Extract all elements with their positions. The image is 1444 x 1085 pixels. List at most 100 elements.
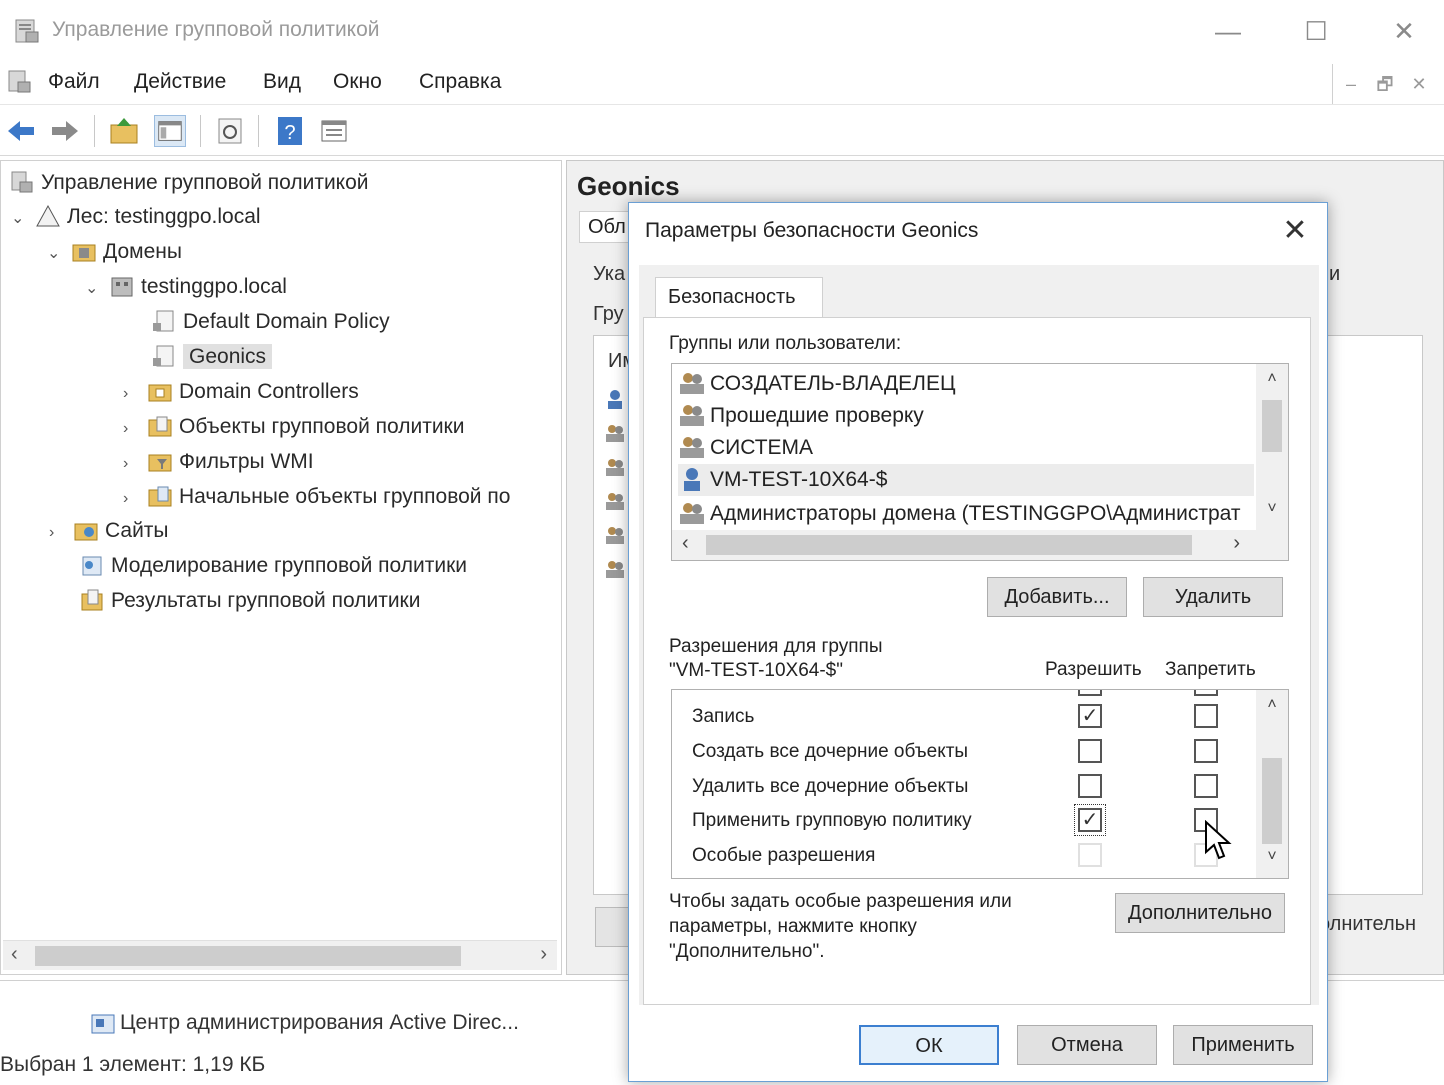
up-folder-icon[interactable] bbox=[108, 115, 140, 147]
tree-item-gpmc-root[interactable]: Управление групповой политикой bbox=[9, 167, 369, 199]
chevron-right-icon[interactable]: › bbox=[123, 483, 147, 515]
remove-button[interactable]: Удалить bbox=[1143, 577, 1283, 617]
mdi-restore-button[interactable]: 🗗 bbox=[1369, 70, 1401, 98]
group-icon bbox=[606, 493, 624, 510]
tree-item-starter-gpos[interactable]: › Начальные объекты групповой по bbox=[123, 481, 510, 513]
console-tree[interactable]: Управление групповой политикой ⌄ Лес: tes… bbox=[0, 160, 562, 975]
allow-checkbox-hidden[interactable] bbox=[1078, 690, 1102, 696]
apply-button[interactable]: Применить bbox=[1173, 1025, 1313, 1065]
maximize-button[interactable]: ☐ bbox=[1296, 14, 1336, 48]
tree-label: Домены bbox=[103, 240, 182, 263]
system-menu-icon[interactable] bbox=[6, 68, 34, 96]
allow-checkbox-special bbox=[1078, 843, 1102, 867]
scroll-down-icon[interactable]: ˅ bbox=[1256, 500, 1288, 518]
add-button[interactable]: Добавить... bbox=[987, 577, 1127, 617]
users-horizontal-scrollbar[interactable]: ‹ › bbox=[672, 530, 1288, 560]
deny-checkbox-write[interactable] bbox=[1194, 704, 1218, 728]
allow-checkbox-apply-gp[interactable]: ✓ bbox=[1074, 804, 1106, 836]
toolbar-separator bbox=[200, 115, 201, 147]
tree-item-domain-testinggpo[interactable]: ⌄ testinggpo.local bbox=[85, 271, 287, 303]
menu-help[interactable]: Справка bbox=[419, 70, 501, 94]
scrollbar-thumb[interactable] bbox=[35, 946, 461, 966]
menu-view[interactable]: Вид bbox=[263, 70, 301, 94]
scroll-down-icon[interactable]: ˅ bbox=[1256, 848, 1288, 866]
tree-item-domain-controllers[interactable]: › Domain Controllers bbox=[123, 376, 359, 408]
tree-item-gp-results[interactable]: Результаты групповой политики bbox=[79, 585, 420, 617]
mdi-minimize-button[interactable]: – bbox=[1335, 70, 1367, 98]
ok-button[interactable]: ОК bbox=[859, 1025, 999, 1065]
close-button[interactable]: ✕ bbox=[1384, 14, 1424, 48]
advanced-button-partial[interactable]: олнительн bbox=[1319, 913, 1416, 936]
scrollbar-thumb[interactable] bbox=[1262, 758, 1282, 844]
details-text: Гру bbox=[593, 303, 624, 325]
tree-horizontal-scrollbar[interactable]: ‹ › bbox=[3, 940, 557, 970]
list-item[interactable]: Администраторы домена (TESTINGGPO\Админи… bbox=[678, 498, 1254, 530]
user-name: СИСТЕМА bbox=[710, 436, 814, 459]
mdi-close-button[interactable]: ✕ bbox=[1403, 70, 1435, 98]
deny-checkbox-hidden[interactable] bbox=[1194, 690, 1218, 696]
tree-item-sites[interactable]: › Сайты bbox=[49, 515, 169, 547]
tree-label: Результаты групповой политики bbox=[111, 589, 421, 612]
svg-text:?: ? bbox=[284, 122, 295, 144]
chevron-right-icon[interactable]: › bbox=[123, 413, 147, 445]
menu-file[interactable]: Файл bbox=[48, 70, 100, 94]
scroll-up-icon[interactable]: ˄ bbox=[1256, 696, 1288, 714]
taskbar-item-label[interactable]: Центр администрирования Active Direc... bbox=[120, 1011, 519, 1035]
show-hide-tree-icon[interactable] bbox=[154, 115, 186, 147]
back-arrow-icon[interactable] bbox=[6, 115, 38, 147]
tree-item-forest[interactable]: ⌄ Лес: testinggpo.local bbox=[11, 201, 261, 233]
deny-checkbox-delete-children[interactable] bbox=[1194, 774, 1218, 798]
scroll-up-icon[interactable]: ˄ bbox=[1256, 370, 1288, 388]
tree-item-default-domain-policy[interactable]: Default Domain Policy bbox=[151, 306, 390, 338]
cancel-button[interactable]: Отмена bbox=[1017, 1025, 1157, 1065]
scroll-left-icon[interactable]: ‹ bbox=[682, 532, 689, 555]
list-item[interactable]: Прошедшие проверку bbox=[678, 400, 1254, 432]
group-icon bbox=[606, 459, 624, 476]
tree-item-wmi-filters[interactable]: › Фильтры WMI bbox=[123, 446, 314, 478]
users-list[interactable]: СОЗДАТЕЛЬ-ВЛАДЕЛЕЦ Прошедшие проверку СИ… bbox=[671, 363, 1289, 561]
help-text: Чтобы задать особые разрешения или парам… bbox=[669, 891, 1012, 962]
forward-arrow-icon[interactable] bbox=[48, 115, 80, 147]
group-icon bbox=[680, 437, 704, 458]
chevron-down-icon[interactable]: ⌄ bbox=[11, 203, 35, 235]
dialog-close-icon[interactable]: ✕ bbox=[1277, 213, 1313, 249]
ou-folder-icon bbox=[148, 384, 172, 402]
chevron-right-icon[interactable]: › bbox=[123, 378, 147, 410]
deny-checkbox-create-children[interactable] bbox=[1194, 739, 1218, 763]
scrollbar-thumb[interactable] bbox=[706, 535, 1192, 555]
tree-label: Управление групповой политикой bbox=[41, 171, 369, 194]
tree-item-gpo-objects[interactable]: › Объекты групповой политики bbox=[123, 411, 464, 443]
users-vertical-scrollbar[interactable]: ˄ ˅ bbox=[1256, 364, 1288, 532]
refresh-icon[interactable] bbox=[214, 115, 246, 147]
tree-item-gp-modeling[interactable]: Моделирование групповой политики bbox=[79, 550, 467, 582]
chevron-down-icon[interactable]: ⌄ bbox=[47, 238, 71, 270]
group-icon bbox=[606, 561, 624, 578]
menu-window[interactable]: Окно bbox=[333, 70, 382, 94]
tree-item-domains[interactable]: ⌄ Домены bbox=[47, 236, 182, 268]
domains-folder-icon bbox=[72, 244, 96, 262]
minimize-button[interactable]: — bbox=[1208, 14, 1248, 48]
properties-icon[interactable] bbox=[318, 115, 350, 147]
help-icon[interactable]: ? bbox=[274, 115, 306, 147]
scroll-right-icon[interactable]: › bbox=[540, 943, 547, 966]
allow-checkbox-write[interactable]: ✓ bbox=[1078, 704, 1102, 728]
chevron-down-icon[interactable]: ⌄ bbox=[85, 273, 109, 305]
menu-action[interactable]: Действие bbox=[134, 70, 226, 94]
user-name: Администраторы домена (TESTINGGPO\Админи… bbox=[710, 502, 1241, 525]
permissions-vertical-scrollbar[interactable]: ˄ ˅ bbox=[1256, 690, 1288, 878]
allow-checkbox-create-children[interactable] bbox=[1078, 739, 1102, 763]
permissions-list[interactable]: Запись Создать все дочерние объекты Удал… bbox=[671, 689, 1289, 879]
scroll-left-icon[interactable]: ‹ bbox=[11, 943, 18, 966]
tree-item-geonics[interactable]: Geonics bbox=[151, 341, 273, 373]
list-item[interactable]: СОЗДАТЕЛЬ-ВЛАДЕЛЕЦ bbox=[678, 368, 1254, 400]
scroll-right-icon[interactable]: › bbox=[1233, 532, 1240, 555]
scrollbar-thumb[interactable] bbox=[1262, 400, 1282, 452]
advanced-button[interactable]: Дополнительно bbox=[1115, 893, 1285, 933]
chevron-right-icon[interactable]: › bbox=[123, 448, 147, 480]
security-dialog: Параметры безопасности Geonics ✕ Безопас… bbox=[628, 202, 1328, 1082]
list-item-selected[interactable]: VM-TEST-10X64-$ bbox=[678, 464, 1254, 496]
tab-security[interactable]: Безопасность bbox=[655, 277, 823, 317]
list-item[interactable]: СИСТЕМА bbox=[678, 432, 1254, 464]
allow-checkbox-delete-children[interactable] bbox=[1078, 774, 1102, 798]
chevron-right-icon[interactable]: › bbox=[49, 517, 73, 549]
